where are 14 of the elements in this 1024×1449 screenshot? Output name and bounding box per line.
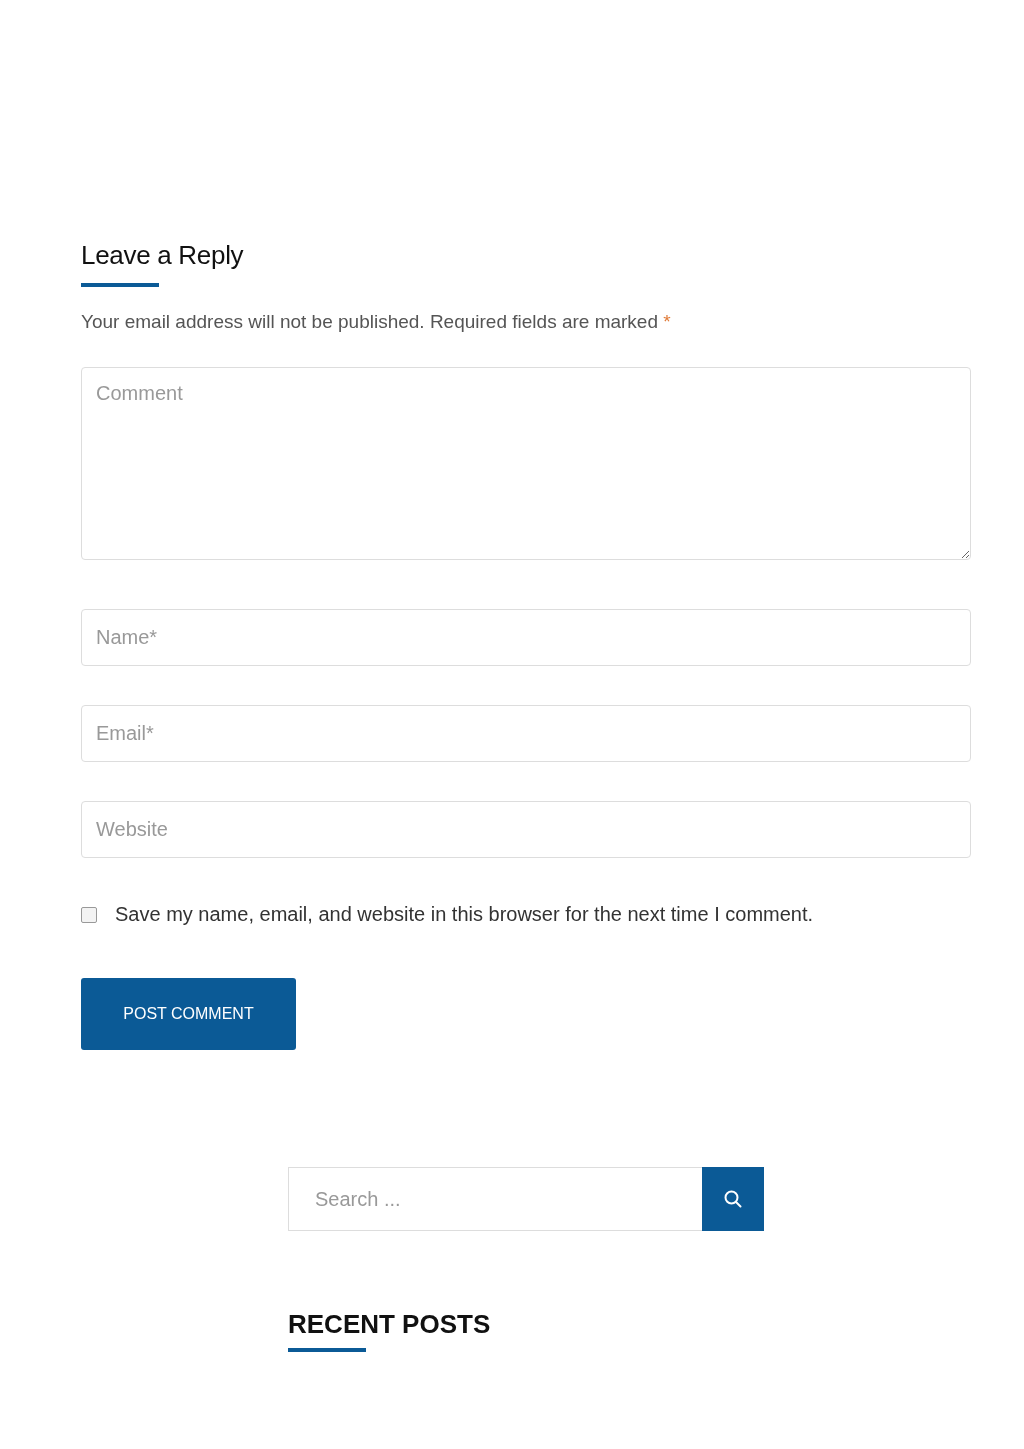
search-button[interactable] — [702, 1167, 764, 1231]
post-comment-button[interactable]: POST COMMENT — [81, 978, 296, 1050]
checkbox-label: Save my name, email, and website in this browser for the next time I comment. — [115, 903, 814, 926]
checkbox[interactable] — [81, 906, 97, 923]
required-mark: * — [663, 311, 671, 332]
widget-title: RECENT POSTS — [288, 1309, 492, 1340]
input-field[interactable]: Name* — [81, 609, 971, 666]
search-icon — [723, 1189, 743, 1209]
notice-text: Your email address will not be published. Required fields are marked — [81, 311, 658, 332]
section-title: Leave a Reply — [81, 240, 245, 271]
search-field[interactable]: Search ... — [288, 1167, 702, 1231]
comment-field[interactable]: Comment — [81, 367, 971, 560]
input-field[interactable]: Website — [81, 801, 971, 858]
input-field[interactable]: Email* — [81, 705, 971, 762]
